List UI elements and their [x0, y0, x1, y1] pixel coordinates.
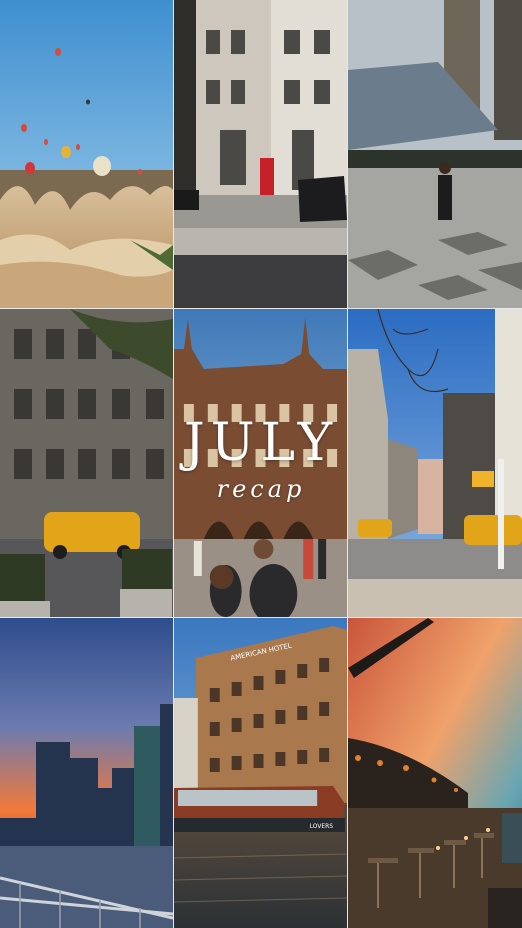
photo-hotel-canal: AMERICAN HOTEL LOVERS [174, 618, 347, 928]
photo-modern-plaza [348, 0, 522, 308]
photo-balloons [0, 0, 173, 308]
photo-ornate-building [0, 309, 173, 617]
photo-gothic-building [174, 309, 347, 617]
photo-terrace-dusk [348, 618, 522, 928]
photo-collage: AMERICAN HOTEL LOVERS JULY recap [0, 0, 522, 928]
boat-sign: LOVERS [310, 823, 334, 830]
photo-city-street [348, 309, 522, 617]
photo-london-street [174, 0, 347, 308]
photo-skyline-sunset [0, 618, 173, 928]
